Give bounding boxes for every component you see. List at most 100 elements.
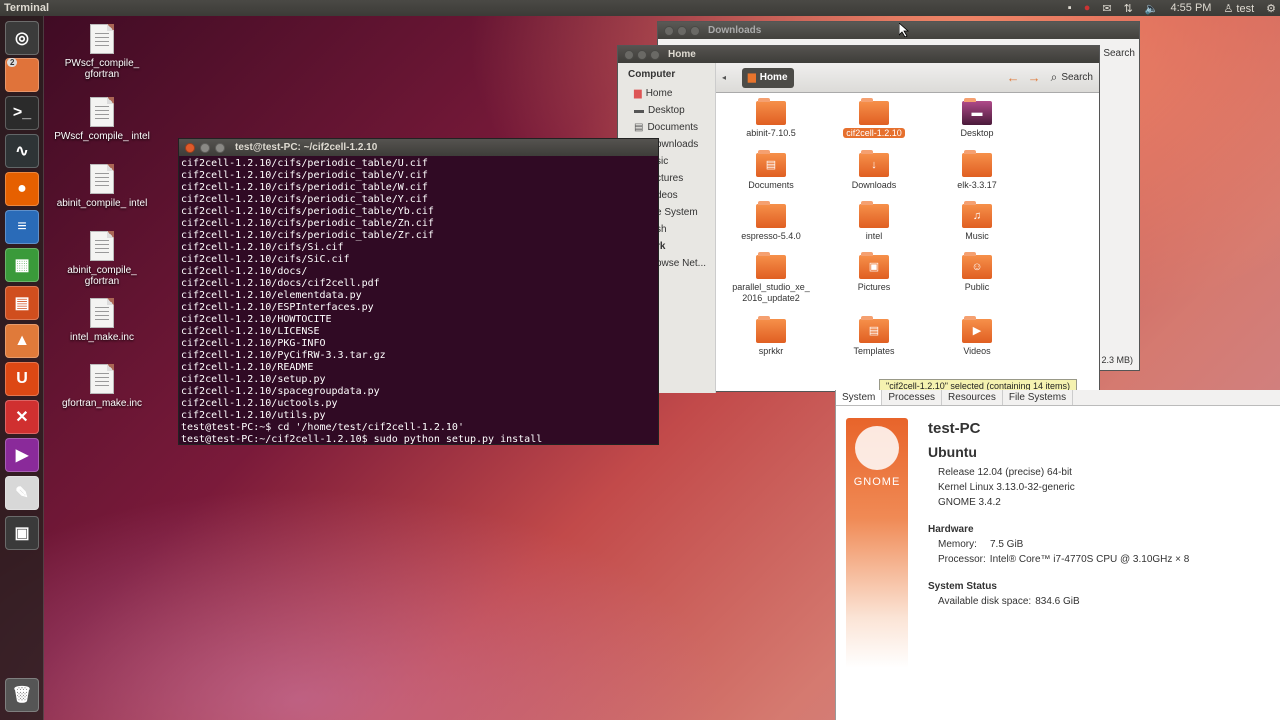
file-manager-window[interactable]: Home Computer ▆ Home ▬ Desktop ▤ Documents …	[617, 45, 1100, 393]
folder-item[interactable]: elk-3.3.17	[929, 150, 1025, 191]
tab-file-systems[interactable]: File Systems	[1003, 390, 1074, 405]
files-icon[interactable]: 2	[5, 58, 39, 92]
terminal-output[interactable]: cif2cell-1.2.10/cifs/periodic_table/U.ci…	[179, 156, 658, 448]
folder-item[interactable]: ♫ Music	[929, 201, 1025, 242]
workspace-switcher-icon[interactable]: ▣	[5, 516, 39, 550]
mail-icon[interactable]: ✉	[1102, 2, 1111, 15]
folder-icon	[859, 98, 889, 125]
close-icon[interactable]	[624, 49, 634, 60]
folder-icon	[756, 201, 786, 228]
desktop-file[interactable]: abinit_compile_ intel	[54, 164, 150, 209]
settings-icon[interactable]: ✕	[5, 400, 39, 434]
desktop-file[interactable]: PWscf_compile_ intel	[54, 97, 150, 142]
recording-indicator-icon[interactable]: ●	[1084, 2, 1091, 14]
tab-resources[interactable]: Resources	[942, 390, 1003, 405]
desktop-file[interactable]: abinit_compile_ gfortran	[54, 231, 150, 287]
user-icon: ♙	[1223, 2, 1234, 15]
sidebar-item-home[interactable]: ▆ Home	[618, 85, 715, 102]
firefox-icon[interactable]: ●	[5, 172, 39, 206]
folder-icon: ▬	[962, 98, 992, 125]
back-arrow-icon[interactable]: ←	[1007, 70, 1020, 85]
gear-icon[interactable]: ⚙	[1266, 2, 1276, 15]
processor-row: Processor: Intel® Core™ i7-4770S CPU @ 3.…	[938, 554, 1190, 565]
folder-item[interactable]: ▣ Pictures	[826, 252, 922, 293]
maximize-icon[interactable]	[650, 49, 660, 60]
sidebar-item-documents[interactable]: ▤ Documents	[618, 119, 715, 136]
breadcrumb-home[interactable]: ▆ Home	[742, 67, 794, 88]
minimize-icon[interactable]	[637, 49, 647, 60]
clock[interactable]: 4:55 PM	[1170, 2, 1211, 14]
tab-system[interactable]: System	[836, 390, 883, 405]
writer-icon[interactable]: ≡	[5, 210, 39, 244]
text-editor-icon[interactable]: ✎	[5, 476, 39, 510]
volume-icon[interactable]: 🔈	[1145, 2, 1159, 15]
terminal-window[interactable]: test@test-PC: ~/cif2cell-1.2.10 cif2cell…	[178, 138, 659, 445]
downloads-search-button[interactable]: Search	[1103, 48, 1135, 59]
folder-icon: ♫	[962, 201, 992, 228]
user-menu[interactable]: ♙ test	[1223, 2, 1254, 15]
forward-arrow-icon[interactable]: →	[1028, 70, 1041, 85]
terminal-line: cif2cell-1.2.10/cifs/periodic_table/Zn.c…	[181, 218, 434, 229]
terminal-line: cif2cell-1.2.10/PyCifRW-3.3.tar.gz	[181, 350, 386, 361]
text-file-icon	[90, 24, 114, 54]
trash-icon[interactable]: 🗑	[5, 678, 39, 712]
file-manager-toolbar: ◂ ▆ Home ← → ⌕ Search	[716, 63, 1099, 93]
terminal-line: cif2cell-1.2.10/PKG-INFO	[181, 338, 326, 349]
tab-processes[interactable]: Processes	[882, 390, 943, 405]
hostname: test-PC	[928, 420, 981, 437]
terminal-icon[interactable]: >_	[5, 96, 39, 130]
gnome-logo: GNOME	[846, 418, 908, 668]
folder-item[interactable]: ▤ Documents	[723, 150, 819, 191]
terminal-line: cif2cell-1.2.10/cifs/periodic_table/V.ci…	[181, 170, 428, 181]
file-manager-titlebar[interactable]: Home	[618, 46, 1099, 63]
terminal-line: cif2cell-1.2.10/uctools.py	[181, 398, 338, 409]
calc-icon[interactable]: ▦	[5, 248, 39, 282]
folder-item[interactable]: cif2cell-1.2.10	[826, 98, 922, 139]
terminal-line: cif2cell-1.2.10/README	[181, 362, 314, 373]
desktop-file[interactable]: gfortran_make.inc	[54, 364, 150, 409]
search-button[interactable]: Search	[1061, 72, 1093, 83]
folder-item[interactable]: espresso-5.4.0	[723, 201, 819, 242]
folder-item[interactable]: ▤ Templates	[826, 316, 922, 357]
ubuntu-one-icon[interactable]: U	[5, 362, 39, 396]
terminal-line: cif2cell-1.2.10/spacegroupdata.py	[181, 386, 380, 397]
maximize-icon[interactable]	[215, 142, 225, 153]
folder-item[interactable]: sprkkr	[723, 316, 819, 357]
folder-item[interactable]: intel	[826, 201, 922, 242]
maximize-icon[interactable]	[690, 25, 700, 36]
video-icon[interactable]: ▶	[5, 438, 39, 472]
folder-label: elk-3.3.17	[957, 180, 997, 190]
system-monitor-icon[interactable]: ∿	[5, 134, 39, 168]
network-icon[interactable]: ⇅	[1124, 2, 1133, 15]
app-title: Terminal	[4, 2, 50, 14]
path-arrow-icon[interactable]: ◂	[722, 73, 726, 82]
folder-item[interactable]: parallel_studio_xe_ 2016_update2	[723, 252, 819, 304]
software-center-icon[interactable]: ▲	[5, 324, 39, 358]
home-icon: ▆	[634, 88, 642, 99]
folder-item[interactable]: abinit-7.10.5	[723, 98, 819, 139]
minimize-icon[interactable]	[677, 25, 687, 36]
folder-item[interactable]: ▶ Videos	[929, 316, 1025, 357]
terminal-line: cif2cell-1.2.10/cifs/periodic_table/Y.ci…	[181, 194, 428, 205]
folder-item[interactable]: ↓ Downloads	[826, 150, 922, 191]
text-file-icon	[90, 298, 114, 328]
minimize-icon[interactable]	[200, 142, 210, 153]
system-monitor-window[interactable]: System Processes Resources File Systems …	[835, 390, 1280, 720]
terminal-titlebar[interactable]: test@test-PC: ~/cif2cell-1.2.10	[179, 139, 658, 156]
ubuntu-dash-icon[interactable]: ◎	[5, 21, 39, 55]
keyboard-indicator-icon[interactable]: ▪	[1068, 2, 1072, 14]
folder-icon	[756, 316, 786, 343]
folder-item[interactable]: ▬ Desktop	[929, 98, 1025, 139]
desktop-file[interactable]: intel_make.inc	[54, 298, 150, 343]
folder-label: Downloads	[851, 180, 897, 190]
desktop-file[interactable]: PWscf_compile_ gfortran	[54, 24, 150, 80]
window-count-badge: 2	[7, 58, 18, 67]
folder-item[interactable]: ☺ Public	[929, 252, 1025, 293]
close-icon[interactable]	[185, 142, 195, 153]
search-icon[interactable]: ⌕	[1051, 70, 1058, 85]
downloads-status: 2.3 MB)	[1101, 355, 1133, 365]
sidebar-item-desktop[interactable]: ▬ Desktop	[618, 102, 715, 119]
close-icon[interactable]	[664, 25, 674, 36]
text-file-icon	[90, 164, 114, 194]
impress-icon[interactable]: ▤	[5, 286, 39, 320]
